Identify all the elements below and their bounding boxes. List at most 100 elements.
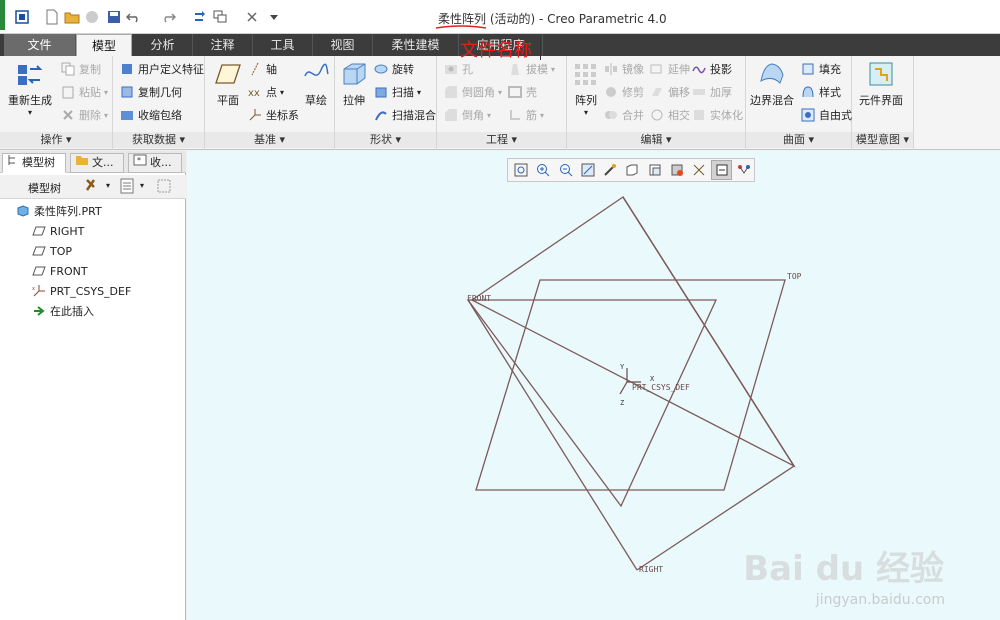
view-manager-icon[interactable] [645, 160, 665, 180]
datum-display-icon[interactable] [689, 160, 709, 180]
repaint-icon[interactable] [578, 160, 598, 180]
swept-blend-button[interactable]: 扫描混合 [373, 107, 436, 123]
stop-icon[interactable] [84, 8, 100, 26]
shell-button[interactable]: 壳 [507, 84, 537, 100]
udf-icon [119, 61, 135, 77]
tab-folder-browser[interactable]: 文... [70, 153, 124, 173]
tree-item-front[interactable]: FRONT [32, 261, 88, 281]
revolve-button[interactable]: 旋转 [373, 61, 414, 77]
customize-toolbar-icon[interactable] [266, 8, 282, 26]
offset-button[interactable]: 偏移 [649, 84, 690, 100]
regenerate-icon[interactable] [192, 8, 208, 26]
settings-dropdown-icon[interactable]: ▾ [106, 181, 110, 190]
pattern-button[interactable]: 阵列 ▾ [571, 60, 601, 117]
tab-annotate[interactable]: 注释 [193, 34, 253, 56]
spin-center-icon[interactable] [711, 160, 732, 180]
windows-icon[interactable] [212, 8, 228, 26]
mirror-button[interactable]: 镜像 [603, 61, 644, 77]
group-label-datum[interactable]: 基准 ▾ [205, 132, 334, 148]
graphics-window[interactable]: FRONT TOP RIGHT Y X Z PRT_CSYS_DEF Bai d… [187, 151, 1000, 620]
chamfer-button[interactable]: 倒角 ▾ [443, 107, 491, 123]
boundary-blend-button[interactable]: 边界混合 [750, 60, 794, 108]
tab-view[interactable]: 视图 [313, 34, 373, 56]
intersect-button[interactable]: 相交 [649, 107, 690, 123]
display-style-icon[interactable] [600, 160, 620, 180]
component-interface-button[interactable]: 元件界面 [859, 60, 903, 108]
group-label-editing[interactable]: 编辑 ▾ [567, 132, 745, 148]
tree-item-insert-here[interactable]: 在此插入 [32, 301, 94, 321]
saved-orientations-icon[interactable] [622, 160, 642, 180]
show-dropdown-icon[interactable]: ▾ [140, 181, 144, 190]
extrude-button[interactable]: 拉伸 [339, 60, 369, 108]
extend-button[interactable]: 延伸 [649, 61, 690, 77]
perspective-icon[interactable] [667, 160, 687, 180]
new-file-icon[interactable] [44, 8, 60, 26]
style-button[interactable]: 样式 [800, 84, 841, 100]
tab-analysis[interactable]: 分析 [133, 34, 193, 56]
tab-model[interactable]: 模型 [76, 34, 132, 56]
watermark-url: jingyan.baidu.com [815, 592, 945, 608]
delete-button[interactable]: 删除 ▾ [60, 107, 108, 123]
show-icon[interactable] [120, 178, 134, 197]
merge-button[interactable]: 合并 [603, 107, 644, 123]
undo-icon[interactable] [126, 8, 142, 26]
pattern-big-icon [571, 60, 601, 88]
udf-button[interactable]: 用户定义特征 [119, 61, 204, 77]
tree-item-csys[interactable]: x PRT_CSYS_DEF [32, 281, 131, 301]
app-menu-icon[interactable] [14, 8, 30, 26]
redo-icon[interactable] [160, 8, 176, 26]
sketch-button[interactable]: 草绘 [301, 60, 331, 108]
point-button[interactable]: xx 点 ▾ [247, 84, 284, 100]
sweep-button[interactable]: 扫描 ▾ [373, 84, 421, 100]
open-folder-icon[interactable] [64, 8, 80, 26]
copy-icon [60, 61, 76, 77]
mirror-icon [603, 61, 619, 77]
tab-favorites[interactable]: * 收... [128, 153, 182, 173]
tab-model-tree[interactable]: 模型树 [2, 153, 66, 173]
tree-item-part[interactable]: 柔性阵列.PRT [16, 201, 102, 221]
hole-button[interactable]: 孔 [443, 61, 473, 77]
regenerate-button[interactable]: 重新生成 ▾ [8, 60, 52, 117]
plane-button[interactable]: 平面 [213, 60, 243, 108]
copy-button[interactable]: 复制 [60, 61, 101, 77]
tab-tools[interactable]: 工具 [253, 34, 313, 56]
tab-flexible-modeling[interactable]: 柔性建模 [373, 34, 459, 56]
shrinkwrap-button[interactable]: 收缩包络 [119, 107, 182, 123]
thicken-button[interactable]: 加厚 [691, 84, 732, 100]
tab-file[interactable]: 文件 [4, 34, 76, 56]
group-label-shapes[interactable]: 形状 ▾ [335, 132, 436, 148]
draft-button[interactable]: 拔模 ▾ [507, 61, 555, 77]
svg-text:xx: xx [248, 88, 260, 99]
creo-window: 柔性阵列 (活动的) - Creo Parametric 4.0 文件 模型 分… [0, 0, 1000, 620]
group-label-get-data[interactable]: 获取数据 ▾ [113, 132, 204, 148]
axis-button[interactable]: 轴 [247, 61, 277, 77]
group-label-operations[interactable]: 操作 ▾ [0, 132, 112, 148]
copy-geometry-button[interactable]: 复制几何 [119, 84, 182, 100]
project-button[interactable]: 投影 [691, 61, 732, 77]
filter-icon[interactable] [156, 178, 174, 197]
csys-button[interactable]: 坐标系 [247, 107, 299, 123]
annotation-display-icon[interactable] [734, 160, 754, 180]
group-label-model-intent[interactable]: 模型意图 ▾ [852, 132, 913, 148]
trim-button[interactable]: 修剪 [603, 84, 644, 100]
round-button[interactable]: 倒圆角 ▾ [443, 84, 502, 100]
rib-button[interactable]: 筋 ▾ [507, 107, 544, 123]
group-label-surfaces[interactable]: 曲面 ▾ [746, 132, 851, 148]
refit-icon[interactable] [511, 160, 531, 180]
freestyle-button[interactable]: 自由式 [800, 107, 852, 123]
fill-button[interactable]: 填充 [800, 61, 841, 77]
settings-icon[interactable] [84, 178, 102, 197]
hole-icon [443, 61, 459, 77]
thicken-icon [691, 84, 707, 100]
title-suffix: (活动的) - Creo Parametric 4.0 [486, 12, 667, 26]
tree-item-right[interactable]: RIGHT [32, 221, 84, 241]
component-interface-big-icon [866, 60, 896, 88]
solidify-button[interactable]: 实体化 [691, 107, 743, 123]
tree-item-top[interactable]: TOP [32, 241, 72, 261]
save-icon[interactable] [106, 8, 122, 26]
zoom-in-icon[interactable] [533, 160, 553, 180]
zoom-out-icon[interactable] [556, 160, 576, 180]
paste-button[interactable]: 粘贴 ▾ [60, 84, 108, 100]
close-window-icon[interactable] [244, 8, 260, 26]
group-label-engineering[interactable]: 工程 ▾ [437, 132, 566, 148]
